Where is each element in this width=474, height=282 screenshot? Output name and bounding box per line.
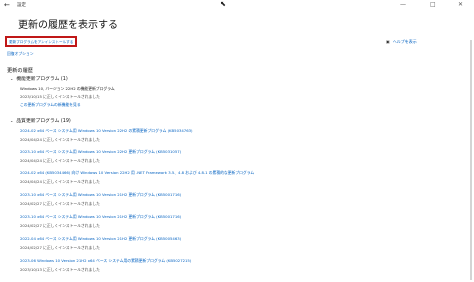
feature-updates-toggle[interactable]: ⌄ 機能更新プログラム (1) <box>10 75 68 82</box>
page-title: 更新の履歴を表示する <box>18 20 118 31</box>
quality-update-title[interactable]: 2023-10 x64 ベース システム用 Windows 10 Version… <box>20 214 181 220</box>
quality-update-status: 2024/02/27 に正しくインストールされました <box>20 201 100 206</box>
quality-update-status: 2024/04/24 に正しくインストールされました <box>20 137 100 142</box>
help-link[interactable]: ▣ ヘルプを表示 <box>386 39 417 45</box>
quality-update-status: 2024/02/27 に正しくインストールされました <box>20 223 100 228</box>
close-icon[interactable]: ✕ <box>458 1 463 8</box>
feature-updates-label: 機能更新プログラム (1) <box>16 77 68 82</box>
maximize-icon[interactable]: □ <box>430 1 436 8</box>
feature-new-features-link[interactable]: この更新プログラムの新機能を見る <box>20 102 81 108</box>
quality-update-status: 2023/10/13 に正しくインストールされました <box>20 267 100 272</box>
uninstall-link-label: 更新プログラムをアンインストールする <box>9 39 74 44</box>
feature-update-title: Windows 10, バージョン 22H2 の機能更新プログラム <box>20 86 115 91</box>
app-title: 設定 <box>17 3 26 8</box>
quality-update-title[interactable]: 2023-10 x64 ベース システム用 Windows 10 Version… <box>20 149 181 155</box>
mouse-cursor-icon: ⬉ <box>220 0 226 8</box>
back-arrow-icon[interactable]: ← <box>4 1 10 9</box>
quality-update-title[interactable]: 2022-04 x64 ベース システム用 Windows 10 Version… <box>20 236 181 242</box>
quality-update-status: 2024/04/24 に正しくインストールされました <box>20 179 100 184</box>
quality-update-status: 2024/04/24 に正しくインストールされました <box>20 158 100 163</box>
quality-update-title[interactable]: 2023-06 Windows 10 Version 21H2 x64 ベース … <box>20 258 191 264</box>
help-link-label: ヘルプを表示 <box>392 39 417 44</box>
quality-update-status: 2024/02/27 に正しくインストールされました <box>20 245 100 250</box>
chevron-down-icon: ⌄ <box>10 76 14 81</box>
recovery-options-link[interactable]: 回復オプション <box>7 51 34 57</box>
feature-update-status: 2023/10/15 に正しくインストールされました <box>20 94 100 99</box>
uninstall-updates-link[interactable]: 更新プログラムをアンインストールする <box>5 36 77 47</box>
scrollbar[interactable] <box>470 40 472 280</box>
quality-updates-toggle[interactable]: ⌄ 品質更新プログラム (19) <box>10 117 71 124</box>
update-history-heading: 更新の履歴 <box>7 68 33 74</box>
chevron-down-icon: ⌄ <box>10 118 14 123</box>
quality-update-title[interactable]: 2023-10 x64 ベース システム用 Windows 10 Version… <box>20 192 181 198</box>
title-bar: ← 設定 — □ ✕ <box>0 0 474 12</box>
quality-update-title[interactable]: 2024-02 x64 (KB5034466) 向け Windows 10 Ve… <box>20 170 254 176</box>
quality-updates-label: 品質更新プログラム (19) <box>16 119 71 124</box>
help-chat-icon: ▣ <box>386 39 390 44</box>
minimize-icon[interactable]: — <box>400 1 406 8</box>
quality-update-title[interactable]: 2024-02 x64 ベース システム用 Windows 10 Version… <box>20 128 193 134</box>
